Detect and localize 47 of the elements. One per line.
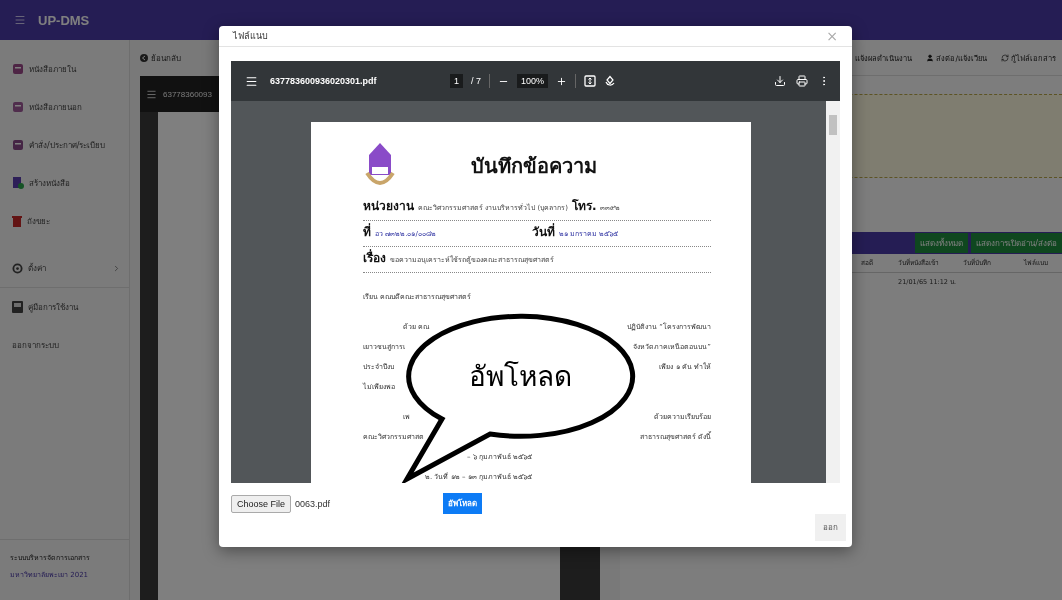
document-title: บันทึกข้อความ bbox=[470, 153, 598, 180]
field-label: หน่วยงาน bbox=[363, 198, 414, 215]
fit-page-icon[interactable] bbox=[584, 75, 597, 87]
back-icon bbox=[140, 54, 148, 62]
person-icon bbox=[926, 53, 935, 62]
field-label: ที่ bbox=[363, 222, 371, 241]
file-name: 63778360093 bbox=[163, 89, 212, 99]
close-button[interactable]: × bbox=[826, 28, 838, 44]
download-icon[interactable] bbox=[774, 75, 786, 87]
filter-button[interactable]: แสดงทั้งหมด bbox=[915, 233, 969, 253]
document-icon bbox=[12, 63, 24, 75]
refresh-icon bbox=[1001, 53, 1009, 62]
rotate-icon[interactable] bbox=[604, 75, 617, 87]
sidebar-item[interactable]: คำสั่ง/ประกาศ/ระเบียบ bbox=[29, 138, 121, 152]
menu-icon[interactable] bbox=[245, 74, 258, 88]
zoom-field[interactable]: 100% bbox=[517, 74, 549, 88]
callout-text: อัพโหลด bbox=[468, 360, 572, 394]
sidebar-item[interactable]: ออกจากระบบ bbox=[12, 338, 121, 352]
back-link[interactable]: ย้อนกลับ bbox=[140, 51, 181, 65]
trash-icon bbox=[12, 215, 22, 227]
field-label: วันที่ bbox=[531, 222, 555, 241]
file-name: 0063.pdf bbox=[295, 498, 332, 509]
page-number-field[interactable]: 1 bbox=[450, 74, 463, 88]
document-icon bbox=[12, 101, 24, 113]
document-icon bbox=[12, 139, 24, 151]
print-icon[interactable] bbox=[796, 75, 808, 87]
sidebar-item[interactable]: คู่มือการใช้งาน bbox=[28, 300, 121, 314]
page-count: / 7 bbox=[471, 76, 482, 86]
modal-title: ไฟล์แนบ bbox=[233, 30, 268, 43]
field-label: เรื่อง bbox=[363, 248, 386, 267]
choose-file-button[interactable]: Choose File bbox=[231, 494, 292, 513]
exit-button[interactable]: ออก bbox=[815, 514, 846, 541]
zoom-in-icon[interactable] bbox=[556, 75, 568, 87]
upload-button[interactable]: อัพโหลด bbox=[443, 493, 483, 514]
settings-icon bbox=[12, 263, 23, 274]
scrollbar[interactable] bbox=[826, 101, 840, 483]
app-title: UP-DMS bbox=[38, 12, 90, 28]
file-name: 637783600936020301.pdf bbox=[270, 76, 378, 86]
add-book-icon bbox=[12, 177, 24, 189]
field-label: โทร. bbox=[571, 198, 597, 215]
sidebar-item[interactable]: หนังสือภายใน bbox=[29, 62, 121, 76]
sidebar-item[interactable]: ถังขยะ bbox=[27, 214, 121, 228]
sidebar-item[interactable]: หนังสือภายนอก bbox=[29, 100, 121, 114]
filter-button[interactable]: แสดงการเปิดอ่าน/ส่งต่อ bbox=[971, 233, 1062, 253]
book-icon bbox=[12, 301, 23, 313]
sidebar-item[interactable]: สร้างหนังสือ bbox=[29, 176, 121, 190]
sidebar-item[interactable]: ตั้งค่า bbox=[28, 262, 107, 275]
